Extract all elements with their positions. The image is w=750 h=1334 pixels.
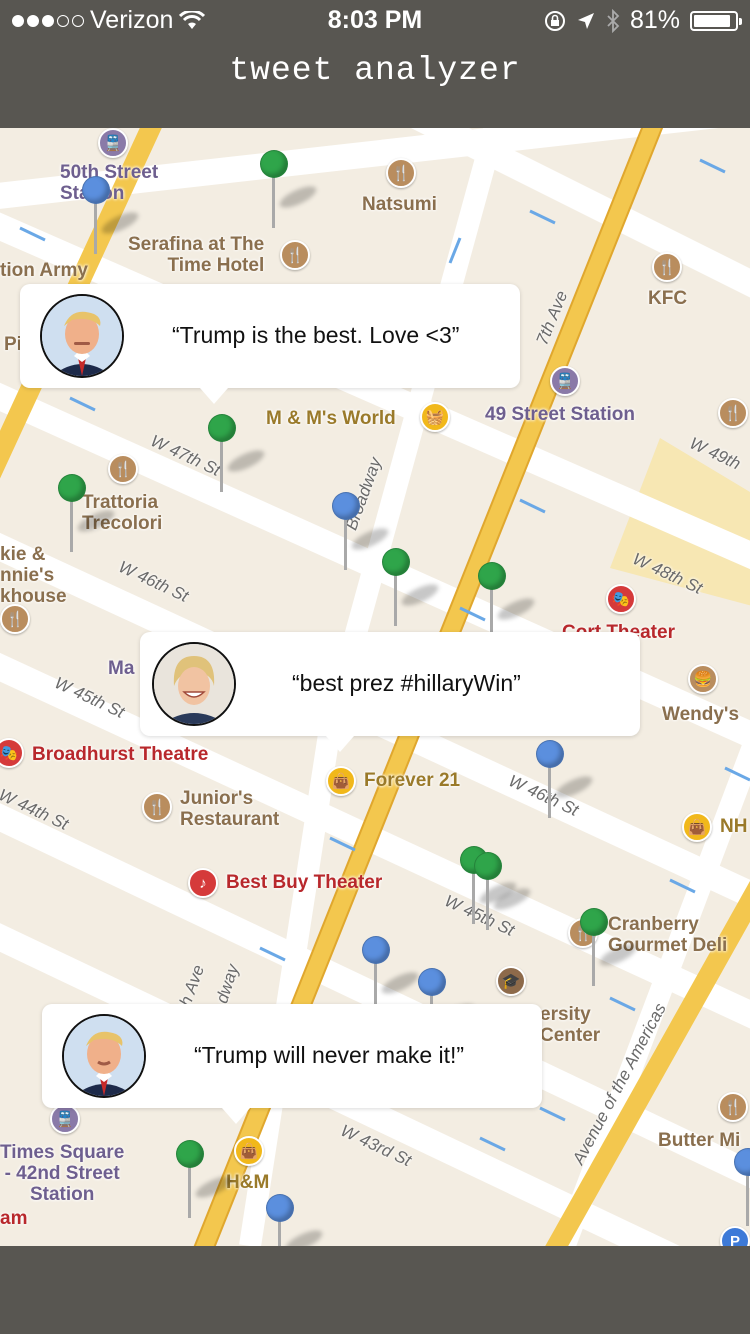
restaurant-icon[interactable]: 🍴 [386, 158, 416, 188]
app-header: Verizon 8:03 PM 81% tweet analyzer [0, 0, 750, 128]
map-pin-green[interactable] [208, 414, 268, 494]
restaurant-icon[interactable]: 🍴 [0, 604, 30, 634]
place-university-center[interactable]: ersity Center [540, 1004, 600, 1046]
place-butter[interactable]: Butter Mi [658, 1130, 740, 1151]
map-pin-green[interactable] [58, 474, 118, 554]
place-49-street-station[interactable]: 49 Street Station [485, 404, 635, 425]
app-title: tweet analyzer [229, 52, 521, 89]
place-forever21[interactable]: Forever 21 [364, 770, 460, 791]
music-note-icon[interactable]: ♪ [188, 868, 218, 898]
restaurant-icon[interactable]: 🍴 [108, 454, 138, 484]
map-pin-green[interactable] [474, 852, 534, 932]
place-ma[interactable]: Ma [108, 658, 134, 679]
place-hm[interactable]: H&M [226, 1172, 269, 1193]
rotation-lock-icon [544, 10, 565, 31]
map-pin-blue[interactable] [266, 1194, 326, 1246]
location-arrow-icon [577, 12, 594, 29]
map-pin-blue[interactable] [332, 492, 392, 572]
status-bar: Verizon 8:03 PM 81% [0, 0, 750, 40]
tweet-text: “best prez #hillaryWin” [292, 670, 521, 696]
hillary-avatar [152, 642, 236, 726]
tweet-bubble[interactable]: “best prez #hillaryWin” [140, 632, 640, 752]
place-kfc[interactable]: KFC [648, 288, 687, 309]
shopping-bag-icon[interactable]: 👜 [234, 1136, 264, 1166]
place-mm-world[interactable]: M & M's World [266, 408, 396, 429]
map-pin-green[interactable] [478, 562, 538, 642]
restaurant-icon[interactable]: 🍴 [718, 398, 748, 428]
place-best-buy-theater[interactable]: Best Buy Theater [226, 872, 382, 893]
place-natsumi[interactable]: Natsumi [362, 194, 437, 215]
shopping-bag-icon[interactable]: 👜 [326, 766, 356, 796]
battery-percent: 81% [629, 6, 680, 34]
map-pin-blue[interactable] [82, 176, 142, 256]
place-broadhurst[interactable]: Broadhurst Theatre [32, 744, 208, 765]
map-pin-blue[interactable] [536, 740, 596, 820]
place-nh[interactable]: NH [720, 816, 747, 837]
map-pin-green[interactable] [580, 908, 640, 988]
tweet-text: “Trump will never make it!” [194, 1042, 465, 1068]
restaurant-icon[interactable]: 🍴 [142, 792, 172, 822]
place-am[interactable]: am [0, 1208, 27, 1229]
place-steakhouse[interactable]: kie & nnie's khouse [0, 544, 67, 607]
restaurant-icon[interactable]: 🍴 [652, 252, 682, 282]
place-times-square[interactable]: Times Square - 42nd Street Station [0, 1142, 124, 1205]
map-pin-green[interactable] [382, 548, 442, 628]
restaurant-icon[interactable]: 🍴 [718, 1092, 748, 1122]
tweet-bubble[interactable]: “Trump is the best. Love <3” [20, 284, 520, 404]
restaurant-icon[interactable]: 🍴 [280, 240, 310, 270]
bluetooth-icon [607, 8, 620, 33]
trump-avatar [40, 294, 124, 378]
place-serafina[interactable]: Serafina at The Time Hotel [128, 234, 264, 276]
map-pin-green[interactable] [260, 150, 320, 230]
place-salvation-army[interactable]: tion Army [0, 260, 88, 281]
train-icon[interactable]: 🚆 [50, 1104, 80, 1134]
theater-masks-icon[interactable]: 🎭 [606, 584, 636, 614]
map-pin-blue[interactable] [734, 1148, 750, 1228]
trump-avatar [62, 1014, 146, 1098]
place-juniors[interactable]: Junior's Restaurant [180, 788, 279, 830]
train-icon[interactable]: 🚆 [98, 128, 128, 158]
shopping-bag-icon[interactable]: 👜 [682, 812, 712, 842]
graduation-cap-icon[interactable]: 🎓 [496, 966, 526, 996]
fast-food-icon[interactable]: 🍔 [688, 664, 718, 694]
bottom-bar [0, 1246, 750, 1334]
map-view[interactable]: 50th Street Station Natsumi Serafina at … [0, 128, 750, 1246]
shopping-basket-icon[interactable]: 🧺 [420, 402, 450, 432]
train-icon[interactable]: 🚆 [550, 366, 580, 396]
place-wendys[interactable]: Wendy's [662, 704, 739, 725]
battery-icon [690, 10, 742, 31]
tweet-bubble[interactable]: “Trump will never make it!” [42, 1004, 542, 1124]
map-pin-green[interactable] [176, 1140, 236, 1220]
tweet-text: “Trump is the best. Love <3” [172, 322, 460, 348]
